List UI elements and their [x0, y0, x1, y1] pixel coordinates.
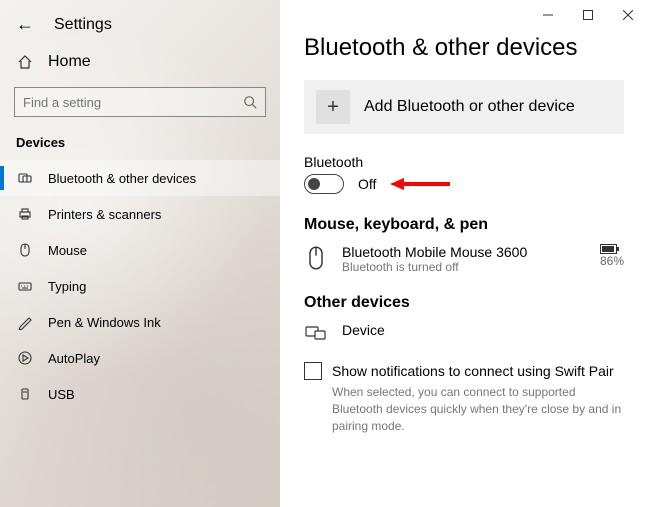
home-icon — [16, 54, 34, 70]
bluetooth-label: Bluetooth — [304, 154, 624, 170]
device-name: Device — [342, 322, 624, 338]
bluetooth-state: Off — [358, 176, 376, 192]
autoplay-icon — [16, 350, 34, 366]
sidebar-item-usb[interactable]: USB — [0, 376, 280, 412]
mouse-icon — [304, 244, 328, 270]
swift-pair-help: When selected, you can connect to suppor… — [332, 384, 624, 434]
printer-icon — [16, 206, 34, 222]
sidebar-item-typing[interactable]: Typing — [0, 268, 280, 304]
close-button[interactable] — [608, 0, 648, 30]
device-sub: Bluetooth is turned off — [342, 260, 586, 274]
battery-percent: 86% — [600, 254, 624, 268]
pen-icon — [16, 314, 34, 330]
app-title: Settings — [54, 16, 112, 34]
search-icon — [243, 95, 257, 109]
section-label: Devices — [0, 129, 280, 160]
keyboard-icon — [16, 278, 34, 294]
battery-icon — [600, 244, 624, 254]
home-label: Home — [48, 53, 91, 71]
maximize-button[interactable] — [568, 0, 608, 30]
device-name: Bluetooth Mobile Mouse 3600 — [342, 244, 586, 260]
bluetooth-toggle[interactable] — [304, 174, 344, 194]
sidebar-item-autoplay[interactable]: AutoPlay — [0, 340, 280, 376]
minimize-button[interactable] — [528, 0, 568, 30]
section-other-heading: Other devices — [304, 294, 624, 312]
sidebar-item-mouse[interactable]: Mouse — [0, 232, 280, 268]
device-row[interactable]: Device — [304, 322, 624, 342]
plus-icon: + — [316, 90, 350, 124]
annotation-arrow — [390, 174, 450, 194]
page-title: Bluetooth & other devices — [304, 34, 624, 62]
sidebar-item-bluetooth[interactable]: Bluetooth & other devices — [0, 160, 280, 196]
section-mouse-heading: Mouse, keyboard, & pen — [304, 216, 624, 234]
add-device-button[interactable]: + Add Bluetooth or other device — [304, 80, 624, 134]
sidebar: ← Settings Home Devices Bluetooth & othe… — [0, 0, 280, 507]
devices-icon — [304, 322, 328, 342]
swift-pair-label: Show notifications to connect using Swif… — [332, 363, 614, 379]
bluetooth-device-icon — [16, 170, 34, 186]
sidebar-item-pen[interactable]: Pen & Windows Ink — [0, 304, 280, 340]
swift-pair-checkbox[interactable] — [304, 362, 322, 380]
usb-icon — [16, 386, 34, 402]
titlebar — [280, 0, 648, 30]
device-row[interactable]: Bluetooth Mobile Mouse 3600 Bluetooth is… — [304, 244, 624, 274]
sidebar-item-printers[interactable]: Printers & scanners — [0, 196, 280, 232]
sidebar-item-home[interactable]: Home — [0, 45, 280, 79]
mouse-icon — [16, 242, 34, 258]
back-button[interactable]: ← — [16, 14, 34, 35]
search-input[interactable] — [14, 87, 266, 117]
